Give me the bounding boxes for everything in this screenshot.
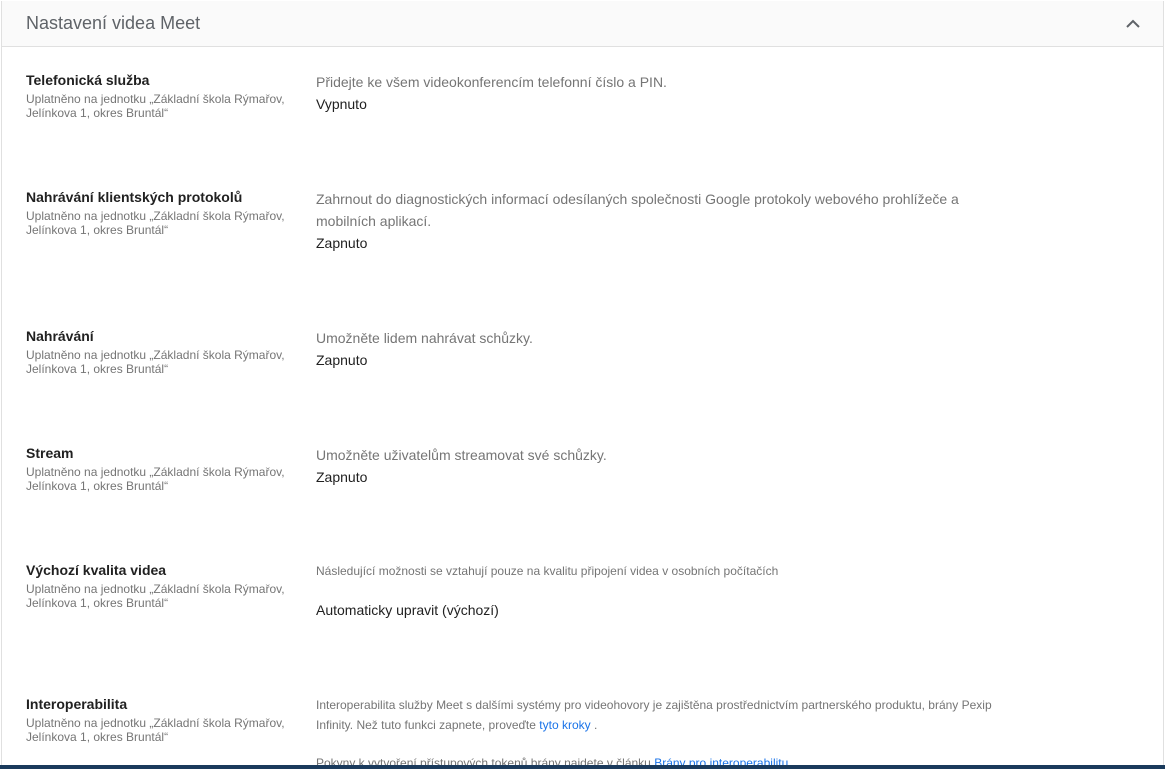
- setting-name: Interoperabilita: [26, 696, 128, 712]
- description-end: .: [593, 718, 598, 732]
- gateways-link[interactable]: Brány pro interoperabilitu: [654, 756, 788, 765]
- setting-scope: Uplatněno na jednotku „Základní škola Rý…: [26, 582, 285, 610]
- setting-value: Zapnuto: [316, 352, 368, 368]
- setting-name: Stream: [26, 445, 74, 461]
- setting-value: Zapnuto: [316, 235, 368, 251]
- setting-name: Výchozí kvalita videa: [26, 562, 167, 578]
- setting-name: Nahrávání klientských protokolů: [26, 189, 243, 205]
- meet-video-settings-panel: Nastavení videa Meet Telefonická služba …: [1, 1, 1164, 765]
- setting-description: Zahrnout do diagnostických informací ode…: [316, 191, 959, 229]
- setting-description: Následující možnosti se vztahují pouze n…: [316, 564, 779, 578]
- setting-description: Umožněte uživatelům streamovat své schůz…: [316, 447, 607, 463]
- setting-name: Telefonická služba: [26, 72, 150, 88]
- section-header[interactable]: Nastavení videa Meet: [2, 1, 1163, 47]
- setting-value: Zapnuto: [316, 469, 368, 485]
- setting-description: Přidejte ke všem videokonferencím telefo…: [316, 74, 667, 90]
- note-text: Pokyny k vytvoření přístupových tokenů b…: [316, 756, 651, 765]
- steps-link[interactable]: tyto kroky: [539, 718, 590, 732]
- setting-description: Umožněte lidem nahrávat schůzky.: [316, 330, 533, 346]
- setting-note: Pokyny k vytvoření přístupových tokenů b…: [316, 753, 1006, 765]
- setting-value: Automaticky upravit (výchozí): [316, 602, 499, 618]
- setting-description: Interoperabilita služby Meet s dalšími s…: [316, 695, 1006, 735]
- window-bottom-edge: [0, 765, 1165, 769]
- setting-value: Vypnuto: [316, 96, 367, 112]
- description-text: Interoperabilita služby Meet s dalšími s…: [316, 698, 992, 732]
- setting-scope: Uplatněno na jednotku „Základní škola Rý…: [26, 209, 285, 237]
- setting-scope: Uplatněno na jednotku „Základní škola Rý…: [26, 716, 285, 744]
- section-title: Nastavení videa Meet: [26, 13, 201, 33]
- chevron-up-icon[interactable]: [1121, 12, 1145, 36]
- setting-scope: Uplatněno na jednotku „Základní škola Rý…: [26, 92, 285, 120]
- setting-scope: Uplatněno na jednotku „Základní škola Rý…: [26, 348, 285, 376]
- setting-name: Nahrávání: [26, 328, 94, 344]
- setting-scope: Uplatněno na jednotku „Základní škola Rý…: [26, 465, 285, 493]
